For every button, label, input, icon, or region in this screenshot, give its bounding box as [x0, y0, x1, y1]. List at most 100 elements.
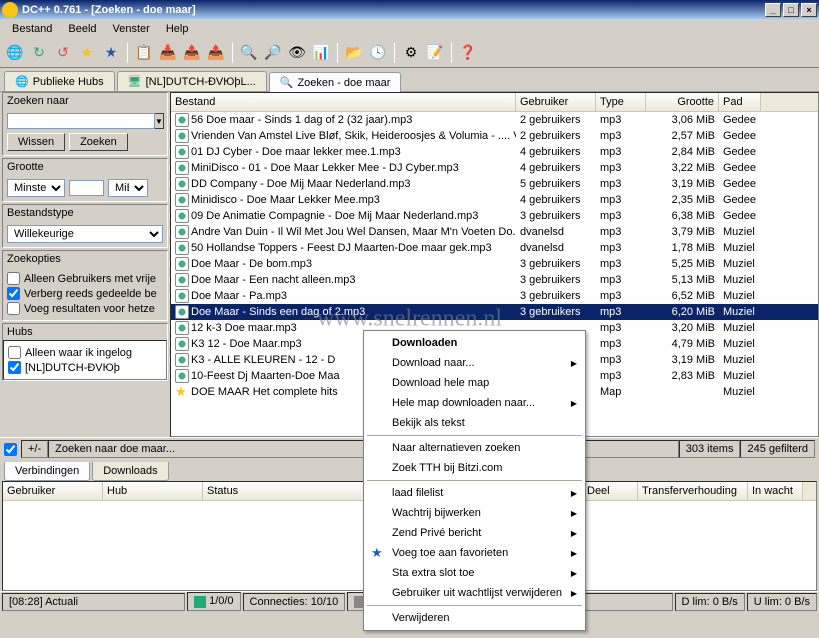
- menu-help[interactable]: Help: [158, 21, 197, 37]
- filetype-select[interactable]: Willekeurige: [7, 225, 163, 243]
- tab-public-hubs[interactable]: 🌐Publieke Hubs: [4, 71, 115, 91]
- search-button[interactable]: Zoeken: [69, 133, 128, 151]
- col-path[interactable]: Pad: [719, 93, 761, 111]
- reconnect-icon[interactable]: ↺: [52, 42, 74, 64]
- menu-view[interactable]: Beeld: [60, 21, 104, 37]
- network-stats-icon[interactable]: 📊: [310, 42, 332, 64]
- music-icon: [175, 369, 189, 383]
- refresh-icon[interactable]: ↻: [28, 42, 50, 64]
- menu-window[interactable]: Venster: [105, 21, 158, 37]
- col-size[interactable]: Grootte: [646, 93, 719, 111]
- search-icon[interactable]: 🔍: [238, 42, 260, 64]
- music-icon: [175, 321, 189, 335]
- music-icon: [175, 209, 189, 223]
- table-row[interactable]: Doe Maar - Een nacht alleen.mp33 gebruik…: [171, 272, 818, 288]
- table-row[interactable]: Andre Van Duin - Il Wil Met Jou Wel Dans…: [171, 224, 818, 240]
- queue-icon[interactable]: 📋: [133, 42, 155, 64]
- tcol-hub[interactable]: Hub: [103, 482, 203, 500]
- tcol-user[interactable]: Gebruiker: [3, 482, 103, 500]
- recent-icon[interactable]: 🕓: [367, 42, 389, 64]
- finished-ul-icon[interactable]: 📤: [205, 42, 227, 64]
- table-row[interactable]: 09 De Animatie Compagnie - Doe Mij Maar …: [171, 208, 818, 224]
- ctx-view-text[interactable]: Bekijk als tekst: [366, 413, 583, 433]
- status-time: [08:28] Actuali: [2, 593, 185, 611]
- table-row[interactable]: Doe Maar - De bom.mp33 gebruikersmp35,25…: [171, 256, 818, 272]
- table-row[interactable]: MiniDisco - 01 - Doe Maar Lekker Mee - D…: [171, 160, 818, 176]
- opt-free-slots[interactable]: [7, 272, 20, 285]
- col-type[interactable]: Type: [596, 93, 646, 111]
- ctx-download-to[interactable]: Download naar...: [366, 353, 583, 373]
- ctx-delete[interactable]: Verwijderen: [366, 608, 583, 628]
- ctx-fav[interactable]: ★Voeg toe aan favorieten: [366, 543, 583, 563]
- open-filelist-icon[interactable]: 📂: [343, 42, 365, 64]
- hub-item[interactable]: [8, 361, 21, 374]
- ctx-pm[interactable]: Zend Privé bericht: [366, 523, 583, 543]
- filetype-panel-title: Bestandstype: [3, 205, 167, 221]
- table-row[interactable]: Minidisco - Doe Maar Lekker Mee.mp34 geb…: [171, 192, 818, 208]
- notepad-icon[interactable]: 📝: [424, 42, 446, 64]
- search-input[interactable]: [7, 113, 155, 129]
- tab-hub[interactable]: 🖥[NL]DUTCH-ÐVЮþL...: [117, 71, 267, 91]
- close-button[interactable]: ×: [801, 3, 817, 17]
- fav-users-icon[interactable]: ★: [100, 42, 122, 64]
- search-spy-icon[interactable]: 👁: [286, 42, 308, 64]
- upload-queue-icon[interactable]: 📤: [181, 42, 203, 64]
- tab-bar: 🌐Publieke Hubs 🖥[NL]DUTCH-ÐVЮþL... 🔍Zoek…: [0, 68, 819, 92]
- help-icon[interactable]: ❓: [457, 42, 479, 64]
- ctx-download-dir[interactable]: Download hele map: [366, 373, 583, 393]
- music-icon: [175, 337, 189, 351]
- music-icon: [175, 273, 189, 287]
- fav-hubs-icon[interactable]: ★: [76, 42, 98, 64]
- tab-downloads[interactable]: Downloads: [92, 462, 168, 481]
- ctx-slot[interactable]: Sta extra slot toe: [366, 563, 583, 583]
- col-user[interactable]: Gebruiker: [516, 93, 596, 111]
- table-row[interactable]: 56 Doe maar - Sinds 1 dag of 2 (32 jaar)…: [171, 112, 818, 128]
- ctx-filelist[interactable]: laad filelist: [366, 483, 583, 503]
- filtered-count: 245 gefilterd: [740, 440, 815, 458]
- size-unit-select[interactable]: MiB: [108, 179, 148, 197]
- search-dropdown[interactable]: ▼: [155, 113, 164, 129]
- ctx-queue[interactable]: Wachtrij bijwerken: [366, 503, 583, 523]
- adl-search-icon[interactable]: 🔎: [262, 42, 284, 64]
- table-row[interactable]: 50 Hollandse Toppers - Feest DJ Maarten-…: [171, 240, 818, 256]
- table-row[interactable]: Doe Maar - Sinds een dag of 2.mp33 gebru…: [171, 304, 818, 320]
- tcol-ratio[interactable]: Transferverhouding: [638, 482, 748, 500]
- menu-file[interactable]: Bestand: [4, 21, 60, 37]
- table-row[interactable]: Doe Maar - Pa.mp33 gebruikersmp36,52 MiB…: [171, 288, 818, 304]
- maximize-button[interactable]: □: [783, 3, 799, 17]
- size-value-input[interactable]: [69, 180, 104, 196]
- ctx-download-dir-to[interactable]: Hele map downloaden naar...: [366, 393, 583, 413]
- options-panel-title: Zoekopties: [3, 251, 167, 267]
- items-count: 303 items: [679, 440, 741, 458]
- tcol-wait[interactable]: In wacht: [748, 482, 803, 500]
- hub-only-logged[interactable]: [8, 346, 21, 359]
- sidebar: Zoeken naar ▼ Wissen Zoeken Grootte Mins…: [0, 92, 170, 437]
- size-mode-select[interactable]: Minstens: [7, 179, 65, 197]
- settings-icon[interactable]: ⚙: [400, 42, 422, 64]
- music-icon: [175, 289, 189, 303]
- music-icon: [175, 177, 189, 191]
- music-icon: [175, 257, 189, 271]
- table-row[interactable]: DD Company - Doe Mij Maar Nederland.mp35…: [171, 176, 818, 192]
- tcol-part[interactable]: Deel: [583, 482, 638, 500]
- minimize-button[interactable]: _: [765, 3, 781, 17]
- ctx-download[interactable]: Downloaden: [366, 333, 583, 353]
- clear-button[interactable]: Wissen: [7, 133, 65, 151]
- col-file[interactable]: Bestand: [171, 93, 516, 111]
- finished-dl-icon[interactable]: 📥: [157, 42, 179, 64]
- opt-merge-results[interactable]: [7, 302, 20, 315]
- ctx-remove-user[interactable]: Gebruiker uit wachtlijst verwijderen: [366, 583, 583, 603]
- ctx-tth[interactable]: Zoek TTH bij Bitzi.com: [366, 458, 583, 478]
- table-row[interactable]: Vrienden Van Amstel Live Bløf, Skik, Hei…: [171, 128, 818, 144]
- opt-hide-shared[interactable]: [7, 287, 20, 300]
- filter-toggle[interactable]: +/-: [21, 440, 48, 458]
- context-menu: Downloaden Download naar... Download hel…: [363, 330, 586, 631]
- title-bar: DC++ 0.761 - [Zoeken - doe maar] _ □ ×: [0, 0, 819, 19]
- ctx-alternatives[interactable]: Naar alternatieven zoeken: [366, 438, 583, 458]
- tab-search[interactable]: 🔍Zoeken - doe maar: [269, 72, 402, 92]
- app-icon: [2, 2, 18, 18]
- globe-icon[interactable]: 🌐: [4, 42, 26, 64]
- table-row[interactable]: 01 DJ Cyber - Doe maar lekker mee.1.mp34…: [171, 144, 818, 160]
- tab-connections[interactable]: Verbindingen: [4, 462, 90, 481]
- filter-toggle-check[interactable]: [4, 443, 17, 456]
